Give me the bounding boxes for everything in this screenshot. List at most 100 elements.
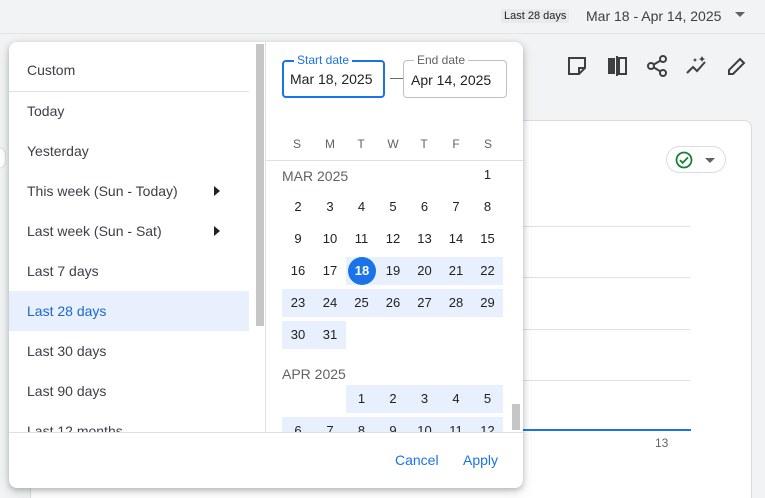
preset-item[interactable]: This week (Sun - Today) — [9, 171, 249, 211]
preset-label: Last week (Sun - Sat) — [27, 223, 162, 239]
top-bar: Last 28 days Mar 18 - Apr 14, 2025 — [0, 0, 765, 34]
footer-divider — [9, 432, 523, 433]
preset-label: Yesterday — [27, 143, 89, 159]
preset-item[interactable]: Custom — [9, 50, 249, 90]
insights-icon[interactable] — [685, 54, 709, 78]
apply-button[interactable]: Apply — [463, 449, 498, 471]
check-circle-icon — [675, 151, 693, 169]
start-date-value: Mar 18, 2025 — [290, 71, 373, 87]
calendar-day[interactable]: 9 — [282, 225, 314, 253]
calendar-day[interactable]: 11 — [346, 225, 377, 253]
weekday-label: F — [452, 137, 460, 151]
preset-label: Last 7 days — [27, 263, 99, 279]
end-date-field[interactable]: End date Apr 14, 2025 — [403, 53, 507, 98]
calendar-day[interactable]: 22 — [472, 257, 503, 285]
chevron-right-icon — [214, 226, 220, 236]
share-icon[interactable] — [645, 54, 669, 78]
cancel-button[interactable]: Cancel — [395, 449, 439, 471]
calendar-day[interactable]: 24 — [314, 289, 346, 317]
preset-divider — [9, 91, 249, 92]
start-date-field[interactable]: Start date Mar 18, 2025 — [282, 53, 385, 98]
calendar: MAR 2025 1 2 3 4 5 6 7 8 9 10 11 12 13 14 15 16 17 18 19 20 2… — [266, 161, 523, 432]
preset-label: Today — [27, 103, 65, 119]
grid-line — [500, 380, 690, 381]
calendar-day[interactable]: 30 — [282, 321, 314, 349]
calendar-day[interactable]: 21 — [440, 257, 472, 285]
calendar-day[interactable]: 29 — [472, 289, 503, 317]
preset-label: Last 28 days — [27, 303, 107, 319]
calendar-day[interactable]: 17 — [314, 257, 346, 285]
selected-day: 18 — [348, 257, 376, 285]
preset-item[interactable]: Today — [9, 91, 249, 131]
calendar-scrollbar[interactable] — [512, 404, 520, 430]
range-chip: Last 28 days — [501, 9, 570, 23]
date-range-selector[interactable]: Mar 18 - Apr 14, 2025 — [586, 7, 721, 25]
calendar-day[interactable]: 14 — [440, 225, 472, 253]
calendar-day[interactable]: 2 — [377, 385, 409, 413]
calendar-day[interactable]: 10 — [314, 225, 346, 253]
preset-item[interactable]: Last 7 days — [9, 251, 249, 291]
calendar-day[interactable]: 6 — [282, 417, 314, 432]
preset-label: Last 90 days — [27, 383, 107, 399]
preset-item[interactable]: Yesterday — [9, 131, 249, 171]
calendar-day[interactable]: 4 — [346, 193, 377, 221]
weekday-label: W — [387, 137, 399, 151]
calendar-day[interactable]: 12 — [472, 417, 503, 432]
start-date-label: Start date — [294, 53, 353, 67]
calendar-day[interactable]: 1 — [472, 161, 503, 189]
calendar-day[interactable]: 8 — [472, 193, 503, 221]
calendar-day[interactable]: 7 — [314, 417, 346, 432]
preset-label: Last 12 months — [27, 423, 123, 432]
calendar-day[interactable]: 15 — [472, 225, 503, 253]
calendar-day[interactable]: 4 — [440, 385, 472, 413]
calendar-day[interactable]: 10 — [409, 417, 440, 432]
calendar-day[interactable]: 11 — [440, 417, 472, 432]
grid-line — [500, 226, 690, 227]
calendar-day[interactable]: 13 — [409, 225, 440, 253]
grid-line — [500, 329, 690, 330]
calendar-day[interactable]: 12 — [377, 225, 409, 253]
preset-item[interactable]: Last 12 months — [9, 411, 249, 432]
note-icon[interactable] — [565, 54, 589, 78]
calendar-day[interactable]: 27 — [409, 289, 440, 317]
compare-icon[interactable] — [605, 54, 629, 78]
status-pill[interactable] — [666, 146, 726, 173]
calendar-day[interactable]: 25 — [346, 289, 377, 317]
preset-item[interactable]: Last 30 days — [9, 331, 249, 371]
calendar-day[interactable]: 2 — [282, 193, 314, 221]
calendar-day[interactable]: 16 — [282, 257, 314, 285]
preset-scrollbar[interactable] — [256, 44, 264, 326]
x-tick-label: 13 — [655, 436, 669, 450]
calendar-day[interactable]: 7 — [440, 193, 472, 221]
calendar-day[interactable]: 3 — [409, 385, 440, 413]
card-edge-control[interactable] — [0, 147, 6, 169]
calendar-day[interactable]: 5 — [472, 385, 503, 413]
calendar-day[interactable]: 28 — [440, 289, 472, 317]
month-label: MAR 2025 — [282, 168, 349, 184]
calendar-day[interactable]: 8 — [346, 417, 377, 432]
calendar-day[interactable]: 6 — [409, 193, 440, 221]
calendar-day[interactable]: 9 — [377, 417, 409, 432]
preset-label: This week (Sun - Today) — [27, 183, 178, 199]
end-date-value: Apr 14, 2025 — [411, 72, 492, 88]
calendar-day[interactable]: 3 — [314, 193, 346, 221]
preset-item[interactable]: Last week (Sun - Sat) — [9, 211, 249, 251]
calendar-day[interactable]: 20 — [409, 257, 440, 285]
calendar-day[interactable]: 5 — [377, 193, 409, 221]
weekday-label: S — [483, 137, 492, 151]
calendar-day[interactable]: 26 — [377, 289, 409, 317]
edit-icon[interactable] — [725, 54, 749, 78]
weekday-label: S — [292, 137, 301, 151]
weekday-label: T — [420, 137, 428, 151]
calendar-day[interactable]: 1 — [346, 385, 377, 413]
calendar-day[interactable]: 31 — [314, 321, 346, 349]
preset-list: Custom Today Yesterday This week (Sun - Tod… — [9, 42, 265, 432]
preset-item[interactable]: Last 28 days — [9, 291, 249, 331]
calendar-day[interactable]: 23 — [282, 289, 314, 317]
calendar-day[interactable]: 18 — [346, 257, 377, 285]
preset-item[interactable]: Last 90 days — [9, 371, 249, 411]
preset-label: Custom — [27, 62, 76, 78]
date-separator: — — [390, 69, 404, 85]
chevron-down-icon[interactable] — [735, 12, 745, 17]
calendar-day[interactable]: 19 — [377, 257, 409, 285]
